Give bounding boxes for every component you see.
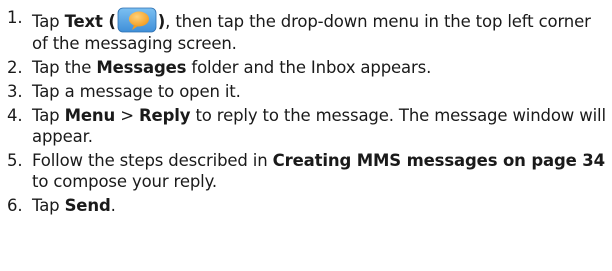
step-item: 5. Follow the steps described in Creating…: [7, 150, 607, 192]
bold-term: Send: [64, 196, 111, 215]
step-text: >: [115, 106, 139, 125]
bold-term: Creating MMS messages on page 34: [272, 151, 605, 170]
bold-term: Reply: [138, 106, 191, 125]
step-item: 4. Tap Menu > Reply to reply to the messa…: [7, 105, 607, 147]
step-item: 2. Tap the Messages folder and the Inbox …: [7, 57, 607, 78]
step-text: Tap the: [32, 58, 97, 77]
step-text: folder and the Inbox appears.: [186, 58, 432, 77]
text-messaging-icon: [117, 7, 157, 33]
document-page: 1. Tap Text (), then tap the drop-down me…: [0, 0, 612, 271]
step-number: 4.: [7, 106, 23, 125]
step-text: .: [110, 196, 116, 215]
step-item: 1. Tap Text (), then tap the drop-down me…: [7, 7, 607, 54]
instruction-steps-list: 1. Tap Text (), then tap the drop-down me…: [7, 7, 607, 219]
bold-term: Text (: [64, 12, 116, 31]
step-item: 6. Tap Send.: [7, 195, 607, 216]
step-number: 3.: [7, 82, 23, 101]
step-text: Tap: [32, 12, 65, 31]
step-number: 1.: [7, 8, 23, 27]
step-text: Tap a message to open it.: [32, 82, 241, 101]
bold-term: Messages: [96, 58, 187, 77]
step-text: Tap: [32, 106, 65, 125]
step-number: 2.: [7, 58, 23, 77]
step-text: to compose your reply.: [32, 172, 217, 191]
bold-term: Menu: [64, 106, 116, 125]
step-text: Follow the steps described in: [32, 151, 273, 170]
step-number: 6.: [7, 196, 23, 215]
step-text: Tap: [32, 196, 65, 215]
step-item: 3. Tap a message to open it.: [7, 81, 607, 102]
step-number: 5.: [7, 151, 23, 170]
